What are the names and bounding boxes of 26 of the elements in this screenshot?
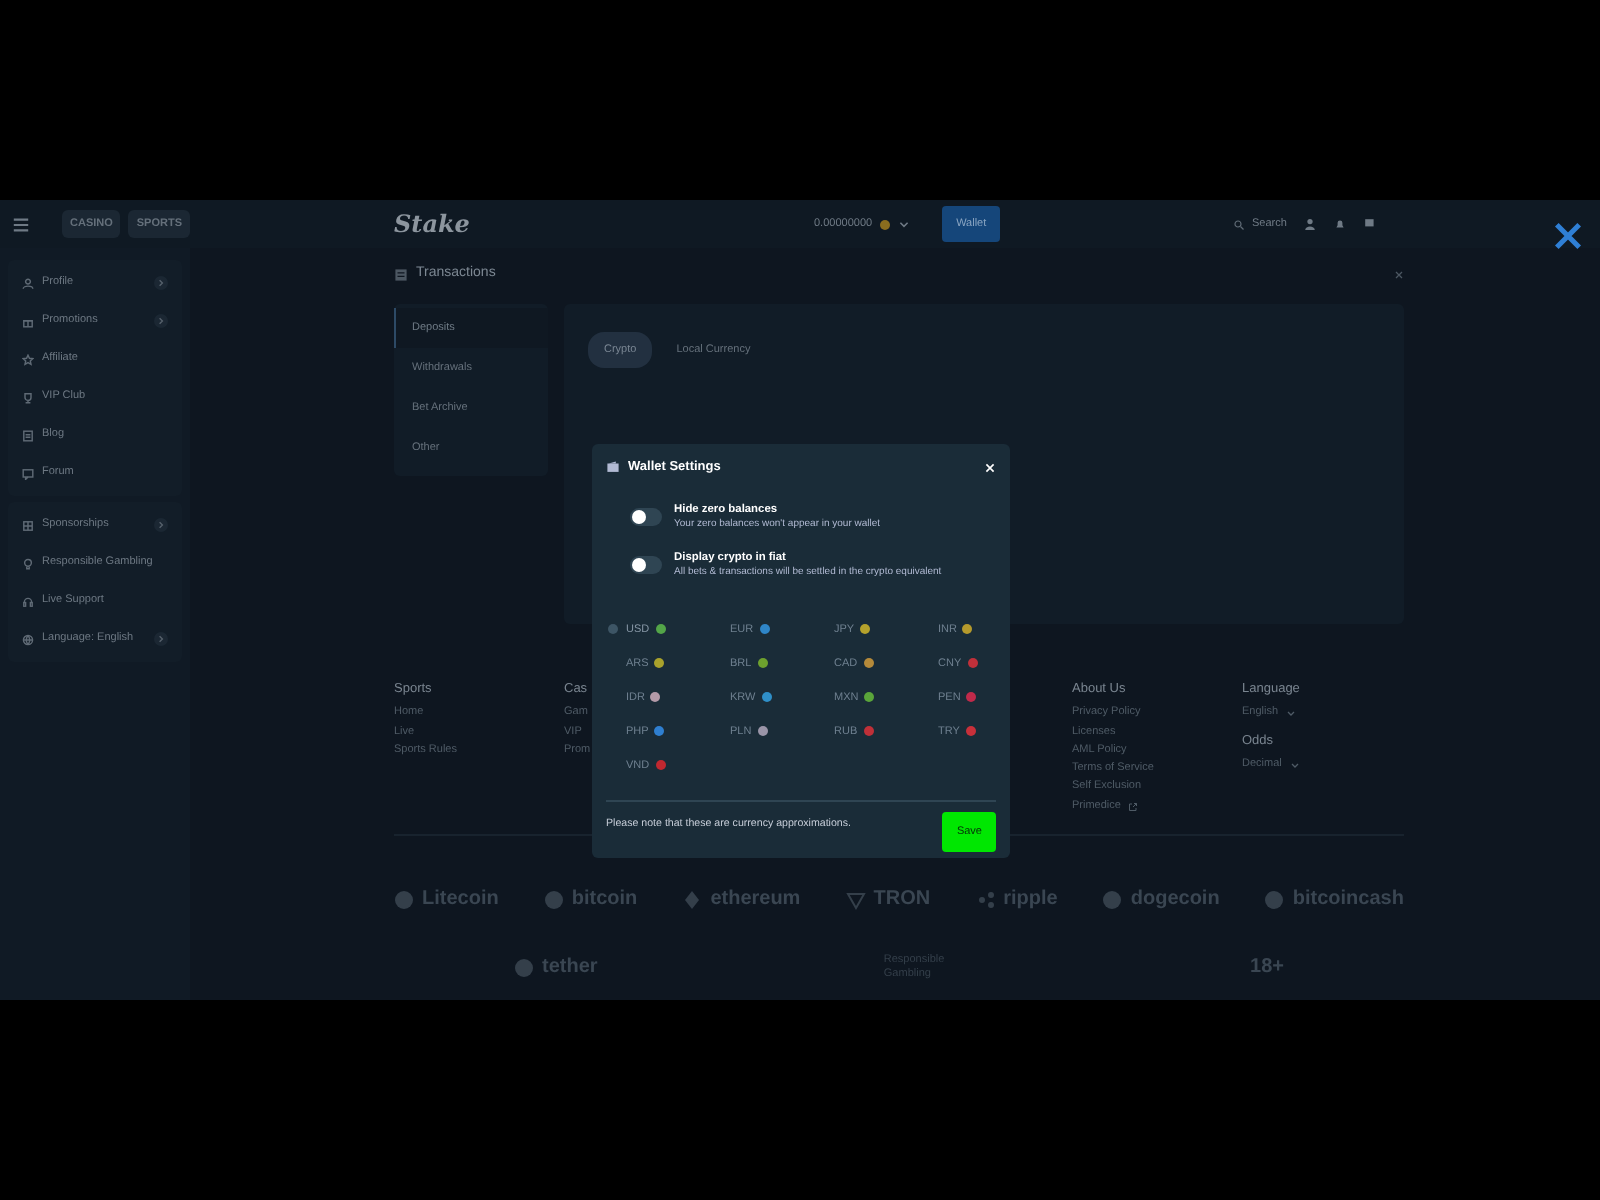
person-icon [22, 277, 34, 289]
caret-icon [1286, 708, 1297, 719]
caret-icon [1289, 760, 1300, 771]
coin-icon [880, 219, 891, 229]
headset-icon [22, 595, 34, 607]
menu-icon[interactable] [12, 215, 30, 233]
chevron-icon [154, 314, 168, 328]
toggle-switch[interactable] [630, 556, 662, 575]
caret-icon[interactable] [898, 218, 911, 230]
trophy-icon [22, 391, 34, 403]
external-link-icon [1128, 801, 1139, 812]
bell-icon[interactable] [1334, 218, 1347, 230]
globe-icon [22, 633, 34, 645]
user-icon[interactable] [1304, 218, 1317, 230]
bulb-icon [22, 557, 34, 569]
chevron-icon [154, 518, 168, 532]
wallet-icon [606, 460, 620, 475]
chevron-icon [154, 276, 168, 290]
list-icon [394, 267, 408, 282]
search-icon [1234, 219, 1244, 229]
grid-icon [22, 519, 34, 531]
toggle-switch[interactable] [630, 508, 662, 527]
logo[interactable]: Stake [394, 210, 470, 238]
document-icon [22, 429, 34, 441]
star-icon [22, 353, 34, 365]
chevron-icon [154, 632, 168, 646]
